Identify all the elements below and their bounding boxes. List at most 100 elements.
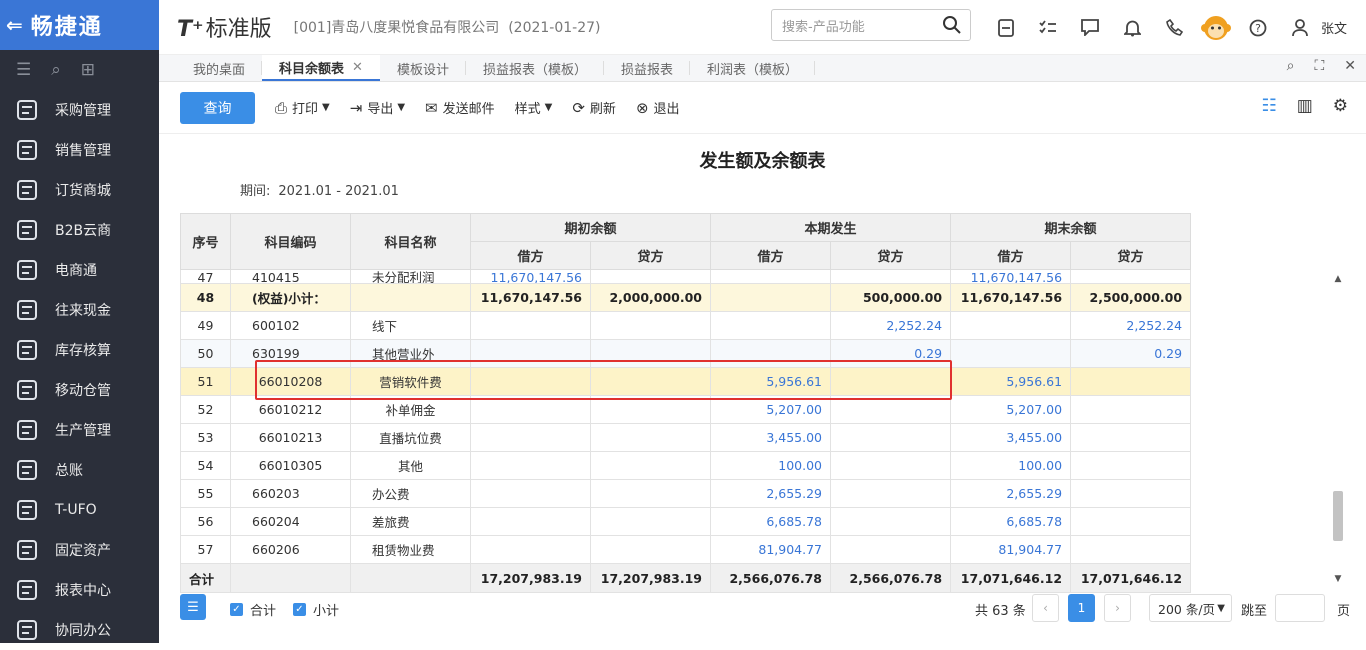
sidebar-item[interactable]: 固定资产 xyxy=(0,530,159,570)
query-button[interactable]: 查询 xyxy=(180,91,255,124)
refresh-button[interactable]: ⟳ 刷新 xyxy=(572,98,616,118)
col-closing-credit[interactable]: 贷方 xyxy=(1070,241,1192,270)
chevron-down-icon: ▼ xyxy=(1217,602,1225,614)
bell-icon[interactable] xyxy=(1111,19,1153,37)
col-current-credit[interactable]: 贷方 xyxy=(830,241,952,270)
sidebar-item[interactable]: 协同办公 xyxy=(0,610,159,650)
table-body: 47 410415 未分配利润 11,670,147.56 11,670,147.56 4… xyxy=(180,269,1192,564)
search-input[interactable]: 搜索-产品功能 xyxy=(771,9,971,41)
sidebar-item[interactable]: 库存核算 xyxy=(0,330,159,370)
col-code[interactable]: 科目编码 xyxy=(230,213,351,270)
menu-icon[interactable]: ☰ xyxy=(16,60,31,80)
tab[interactable]: 科目余额表 ✕ xyxy=(262,55,380,81)
col-current-debit[interactable]: 借方 xyxy=(710,241,832,270)
tab[interactable]: 我的桌面 xyxy=(176,55,263,81)
settings-gear-icon[interactable]: ⚙ xyxy=(1333,96,1348,116)
scroll-up-icon[interactable]: ▲ xyxy=(1331,274,1345,284)
cell-amount xyxy=(830,451,952,480)
sidebar-item-label: 往来现金 xyxy=(55,303,111,319)
back-arrow-icon[interactable]: ⇐ xyxy=(6,13,25,37)
sidebar-item-label: 订货商城 xyxy=(55,183,111,199)
next-page-button[interactable]: › xyxy=(1104,594,1131,622)
collab-icon xyxy=(14,618,40,642)
jump-page-input[interactable] xyxy=(1275,594,1325,622)
print-button[interactable]: ⎙ 打印 ▼ xyxy=(275,98,330,118)
scroll-thumb[interactable] xyxy=(1333,491,1343,541)
sidebar-item-label: 移动仓管 xyxy=(55,383,111,399)
column-settings-icon[interactable]: ☰ xyxy=(180,594,206,620)
cell-name: 线下 xyxy=(350,311,471,340)
cell-amount xyxy=(710,311,832,340)
exchange-icon xyxy=(14,298,40,322)
table-row[interactable]: 53 66010213 直播坑位费 3,455.00 3,455.00 xyxy=(180,423,1192,452)
col-seq[interactable]: 序号 xyxy=(180,213,231,270)
sidebar-item[interactable]: 采购管理 xyxy=(0,90,159,130)
phone-icon[interactable] xyxy=(1153,19,1195,36)
table-row[interactable]: 49 600102 线下 2,252.24 2,252.24 xyxy=(180,311,1192,340)
cell-seq: 56 xyxy=(180,507,231,536)
table-row[interactable]: 57 660206 租赁物业费 81,904.77 81,904.77 xyxy=(180,535,1192,564)
add-doc-icon[interactable]: ⊞ xyxy=(81,60,95,80)
tab[interactable]: 利润表（模板） xyxy=(690,55,816,81)
cell-amount xyxy=(1070,367,1192,396)
send-email-button[interactable]: ✉ 发送邮件 xyxy=(425,98,495,118)
jump-label: 跳至 xyxy=(1241,604,1268,619)
current-page-button[interactable]: 1 xyxy=(1068,594,1095,622)
help-icon[interactable]: ? xyxy=(1237,19,1279,37)
sidebar-item[interactable]: B2B云商 xyxy=(0,210,159,250)
close-all-icon[interactable]: ✕ xyxy=(1344,58,1356,74)
vertical-scrollbar[interactable]: ▲ ▼ xyxy=(1331,274,1345,584)
sidebar-item[interactable]: 生产管理 xyxy=(0,410,159,450)
search-icon[interactable] xyxy=(942,15,962,35)
table-row[interactable]: 54 66010305 其他 100.00 100.00 xyxy=(180,451,1192,480)
sidebar-item[interactable]: 总账 xyxy=(0,450,159,490)
sidebar-item[interactable]: T-UFO xyxy=(0,490,159,530)
col-name[interactable]: 科目名称 xyxy=(350,213,471,270)
sidebar-item[interactable]: 订货商城 xyxy=(0,170,159,210)
style-button[interactable]: 样式 ▼ xyxy=(515,98,553,117)
prev-page-button[interactable]: ‹ xyxy=(1032,594,1059,622)
message-icon[interactable] xyxy=(1069,19,1111,36)
export-button[interactable]: ⇥ 导出 ▼ xyxy=(349,98,405,118)
export-icon: ⇥ xyxy=(349,98,363,117)
pagination-bar: ☰ ✓ 合计 ✓ 小计 共 63 条 ‹ 1 › 200 条/页 ▼ 跳至 页 xyxy=(159,592,1366,628)
sidebar-item[interactable]: 销售管理 xyxy=(0,130,159,170)
tab-search-icon[interactable]: ⌕ xyxy=(1287,58,1295,74)
col-closing-debit[interactable]: 借方 xyxy=(950,241,1072,270)
tab[interactable]: 损益报表 xyxy=(604,55,690,81)
scroll-down-icon[interactable]: ▼ xyxy=(1331,574,1345,584)
tab[interactable]: 模板设计 xyxy=(380,55,466,81)
monkey-mascot-icon[interactable] xyxy=(1195,13,1237,43)
user-icon[interactable] xyxy=(1279,19,1321,36)
logo[interactable]: ⇐ 畅捷通 xyxy=(0,0,159,50)
fullscreen-icon[interactable]: ⛶ xyxy=(1314,58,1324,74)
sidebar-item[interactable]: 报表中心 xyxy=(0,570,159,610)
sidebar-item[interactable]: 移动仓管 xyxy=(0,370,159,410)
page-suffix: 页 xyxy=(1337,604,1351,619)
table-row[interactable]: 55 660203 办公费 2,655.29 2,655.29 xyxy=(180,479,1192,508)
col-opening-credit[interactable]: 贷方 xyxy=(589,241,712,270)
checklist-icon[interactable] xyxy=(1027,19,1069,36)
tab[interactable]: 损益报表（模板） xyxy=(466,55,604,81)
search-doc-icon[interactable]: ⌕ xyxy=(51,60,61,80)
table-row[interactable]: 47 410415 未分配利润 11,670,147.56 11,670,147.56 xyxy=(180,269,1192,284)
checkbox-icon: ✓ xyxy=(230,603,243,616)
exit-button[interactable]: ⊗ 退出 xyxy=(636,98,680,118)
cell-seq: 51 xyxy=(180,367,231,396)
cell-code: 660204 xyxy=(230,507,351,536)
page-size-select[interactable]: 200 条/页 ▼ xyxy=(1149,594,1232,622)
table-row[interactable]: 56 660204 差旅费 6,685.78 6,685.78 xyxy=(180,507,1192,536)
user-name[interactable]: 张文 xyxy=(1321,18,1347,37)
view-controls: ☷ ▥ ⚙ xyxy=(1261,96,1348,116)
chart-view-icon[interactable]: ▥ xyxy=(1297,96,1313,116)
close-tab-icon[interactable]: ✕ xyxy=(352,60,363,75)
col-opening-debit[interactable]: 借方 xyxy=(470,241,591,270)
cell-code: 660206 xyxy=(230,535,351,564)
sidebar-item[interactable]: 电商通 xyxy=(0,250,159,290)
calculator-icon[interactable] xyxy=(985,18,1027,37)
table-row[interactable]: 48 (权益)小计： 11,670,147.56 2,000,000.00 500,00… xyxy=(180,283,1192,312)
list-view-icon[interactable]: ☷ xyxy=(1261,96,1276,116)
sum-checkbox[interactable]: ✓ 合计 xyxy=(230,600,276,619)
sidebar-item[interactable]: 往来现金 xyxy=(0,290,159,330)
subtotal-checkbox[interactable]: ✓ 小计 xyxy=(293,600,339,619)
